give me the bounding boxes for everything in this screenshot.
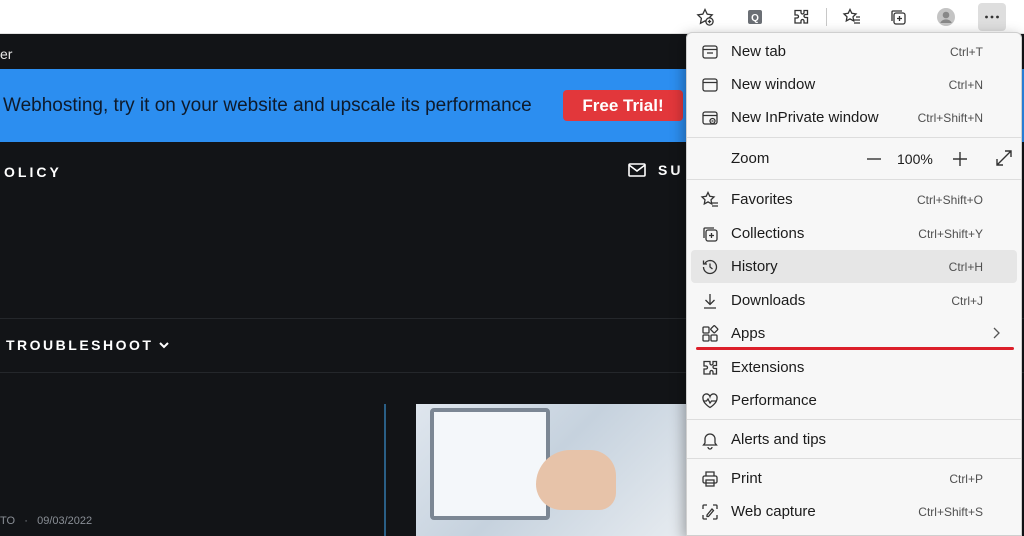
menu-item-zoom: Zoom 100% bbox=[691, 142, 1017, 175]
menu-item-favorites[interactable]: Favorites Ctrl+Shift+O bbox=[691, 183, 1017, 216]
menu-item-new-inprivate-window[interactable]: New InPrivate window Ctrl+Shift+N bbox=[691, 101, 1017, 134]
web-capture-icon bbox=[700, 502, 720, 522]
menu-item-performance[interactable]: Performance bbox=[691, 384, 1017, 417]
menu-item-label: Performance bbox=[731, 392, 817, 409]
extensions-icon bbox=[700, 358, 720, 378]
extensions-icon[interactable] bbox=[787, 3, 815, 31]
highlight-underline bbox=[696, 347, 1014, 350]
menu-item-print[interactable]: Print Ctrl+P bbox=[691, 462, 1017, 495]
printer-icon bbox=[700, 469, 720, 489]
site-title: er bbox=[0, 46, 13, 62]
banner-text: Webhosting, try it on your website and u… bbox=[3, 95, 532, 116]
article-thumbnail-image[interactable] bbox=[416, 404, 706, 536]
favorites-star-icon bbox=[700, 190, 720, 210]
menu-item-shortcut: Ctrl+N bbox=[948, 78, 983, 92]
collections-icon bbox=[700, 224, 720, 244]
post-date: 09/03/2022 bbox=[37, 515, 93, 527]
thumbnail-hand bbox=[536, 450, 616, 510]
profile-icon[interactable] bbox=[932, 3, 960, 31]
menu-item-label: Print bbox=[731, 470, 762, 487]
menu-item-web-capture[interactable]: Web capture Ctrl+Shift+S bbox=[691, 495, 1017, 528]
nav-link-subscribe[interactable]: SU bbox=[628, 162, 683, 178]
collections-icon[interactable] bbox=[884, 3, 912, 31]
menu-item-label: Downloads bbox=[731, 292, 806, 309]
menu-separator bbox=[687, 179, 1021, 180]
svg-text:Q: Q bbox=[751, 13, 759, 24]
menu-item-shortcut: Ctrl+P bbox=[949, 472, 983, 486]
history-icon bbox=[700, 257, 720, 277]
zoom-in-button[interactable] bbox=[949, 148, 971, 170]
menu-item-label: Apps bbox=[731, 325, 766, 342]
zoom-level: 100% bbox=[897, 151, 933, 167]
menu-item-shortcut: Ctrl+J bbox=[951, 294, 983, 308]
menu-item-collections[interactable]: Collections Ctrl+Shift+Y bbox=[691, 217, 1017, 250]
menu-item-label: New tab bbox=[731, 43, 787, 60]
zoom-label: Zoom bbox=[731, 150, 770, 167]
column-divider bbox=[384, 404, 386, 536]
add-favorite-icon[interactable] bbox=[691, 3, 719, 31]
menu-item-shortcut: Ctrl+T bbox=[950, 45, 983, 59]
menu-item-shortcut: Ctrl+Shift+O bbox=[916, 193, 983, 207]
nav-link-troubleshoot[interactable]: TROUBLESHOOT bbox=[6, 337, 170, 353]
new-tab-icon bbox=[700, 42, 720, 62]
performance-heart-icon bbox=[700, 391, 720, 411]
nav-troubleshoot-label: TROUBLESHOOT bbox=[6, 337, 154, 353]
menu-item-label: History bbox=[731, 258, 778, 275]
menu-item-shortcut: Ctrl+H bbox=[948, 260, 983, 274]
browser-toolbar: Q bbox=[0, 0, 1024, 34]
menu-item-label: Alerts and tips bbox=[731, 431, 827, 448]
favorites-icon[interactable] bbox=[838, 3, 866, 31]
menu-separator bbox=[687, 137, 1021, 138]
nav-subscribe-label: SU bbox=[658, 162, 684, 178]
nav-link-policy[interactable]: OLICY bbox=[4, 164, 62, 180]
menu-item-label: New InPrivate window bbox=[731, 109, 879, 126]
menu-item-alerts-and-tips[interactable]: Alerts and tips bbox=[691, 423, 1017, 456]
thumbnail-screen bbox=[430, 408, 550, 520]
settings-menu: New tab Ctrl+T New window Ctrl+N New InP… bbox=[686, 32, 1022, 536]
chevron-down-icon bbox=[159, 342, 170, 349]
menu-item-extensions[interactable]: Extensions bbox=[691, 351, 1017, 384]
zoom-out-button[interactable] bbox=[863, 148, 885, 170]
extension-q-icon[interactable]: Q bbox=[741, 3, 769, 31]
mail-icon bbox=[628, 163, 646, 177]
post-meta-separator: · bbox=[24, 515, 28, 527]
more-icon[interactable] bbox=[978, 3, 1006, 31]
menu-separator bbox=[687, 458, 1021, 459]
menu-item-label: Favorites bbox=[731, 191, 793, 208]
menu-item-label: Web capture bbox=[731, 503, 816, 520]
download-icon bbox=[700, 291, 720, 311]
menu-item-shortcut: Ctrl+Shift+N bbox=[917, 111, 983, 125]
menu-separator bbox=[687, 419, 1021, 420]
menu-item-label: Collections bbox=[731, 225, 805, 242]
menu-item-apps[interactable]: Apps bbox=[691, 317, 1017, 350]
menu-item-label: Extensions bbox=[731, 359, 805, 376]
inprivate-window-icon bbox=[700, 108, 720, 128]
post-author[interactable]: TO bbox=[0, 515, 15, 527]
menu-item-new-tab[interactable]: New tab Ctrl+T bbox=[691, 35, 1017, 68]
bell-icon bbox=[700, 430, 720, 450]
chevron-right-icon bbox=[989, 325, 1003, 341]
apps-icon bbox=[700, 324, 720, 344]
new-window-icon bbox=[700, 75, 720, 95]
free-trial-button[interactable]: Free Trial! bbox=[563, 90, 683, 121]
menu-item-shortcut: Ctrl+Shift+S bbox=[918, 505, 983, 519]
menu-item-new-window[interactable]: New window Ctrl+N bbox=[691, 68, 1017, 101]
menu-item-downloads[interactable]: Downloads Ctrl+J bbox=[691, 284, 1017, 317]
fullscreen-icon[interactable] bbox=[993, 147, 1015, 169]
menu-item-shortcut: Ctrl+Shift+Y bbox=[918, 227, 983, 241]
menu-item-label: New window bbox=[731, 76, 816, 93]
toolbar-separator bbox=[826, 8, 827, 26]
post-meta: TO · 09/03/2022 bbox=[0, 515, 92, 527]
menu-item-history[interactable]: History Ctrl+H bbox=[691, 250, 1017, 283]
